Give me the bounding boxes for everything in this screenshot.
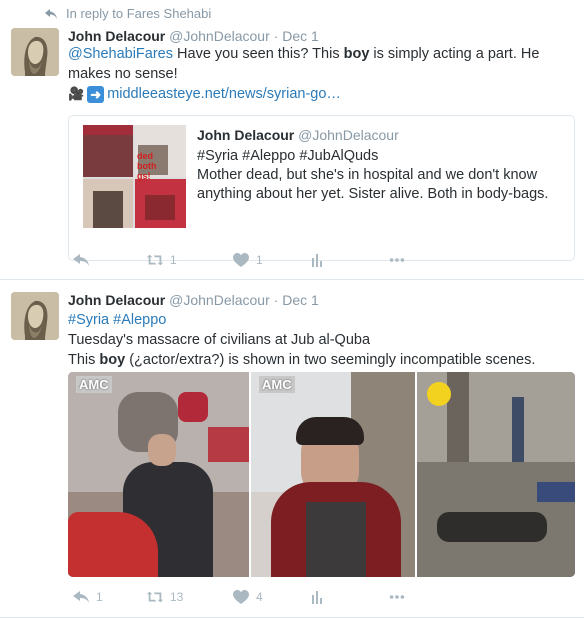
more-button[interactable] [388, 589, 406, 605]
amc-logo: AMC [259, 376, 295, 393]
heart-icon [233, 590, 249, 604]
reply-context[interactable]: In reply to Fares Shehabi [44, 6, 211, 21]
tweet-text: @ShehabiFares Have you seen this? This b… [68, 44, 568, 104]
text-part: Have you seen this? This [173, 46, 344, 62]
tweet-date[interactable]: Dec 1 [282, 28, 319, 44]
like-count: 1 [256, 253, 263, 267]
tweet-media[interactable]: AMC AMC [68, 372, 575, 577]
avatar[interactable] [11, 292, 59, 340]
author-handle[interactable]: @JohnDelacour [169, 292, 270, 308]
link-row: 🎥 ➜ middleeasteye.net/news/syrian-go… [68, 84, 568, 104]
tweet-actions: 1 13 4 [72, 589, 406, 605]
text-part: (¿actor/extra?) is shown in two seemingl… [125, 352, 536, 368]
retweet-count: 1 [170, 253, 177, 267]
tweet-actions: 1 1 [72, 252, 406, 268]
author-handle[interactable]: @JohnDelacour [169, 28, 270, 44]
retweet-button[interactable]: 13 [146, 589, 232, 605]
retweet-icon [146, 591, 164, 603]
quote-line: #Syria #Aleppo #JubAlQuds [197, 148, 379, 164]
more-icon [389, 258, 405, 262]
quote-text: #Syria #Aleppo #JubAlQuds Mother dead, b… [197, 147, 567, 204]
analytics-button[interactable] [308, 589, 388, 605]
analytics-icon [312, 254, 322, 267]
media-panel [415, 372, 575, 577]
tweet[interactable]: John Delacour @JohnDelacour · Dec 1 #Syr… [0, 281, 584, 618]
text-bold: boy [343, 46, 370, 62]
amc-logo: AMC [76, 376, 112, 393]
avatar[interactable] [11, 28, 59, 76]
tweet-header: John Delacour @JohnDelacour · Dec 1 [68, 28, 319, 44]
heart-icon [233, 253, 249, 267]
media-panel: AMC [249, 372, 415, 577]
analytics-button[interactable] [308, 252, 388, 268]
text-bold: boy [99, 352, 126, 368]
retweet-button[interactable]: 1 [146, 252, 232, 268]
hashtag-links[interactable]: #Syria #Aleppo [68, 310, 568, 330]
separator: · [273, 292, 279, 308]
arrow-icon: ➜ [87, 85, 105, 103]
like-button[interactable]: 4 [232, 589, 308, 605]
reply-button[interactable]: 1 [72, 589, 146, 605]
text-line: Tuesday's massacre of civilians at Jub a… [68, 332, 371, 348]
tweet-text: #Syria #Aleppo Tuesday's massacre of civ… [68, 310, 568, 370]
external-link[interactable]: middleeasteye.net/news/syrian-go… [107, 84, 341, 104]
reply-icon [45, 8, 57, 19]
mention-link[interactable]: @ShehabiFares [68, 46, 173, 62]
quote-thumbnail: ded both gs! [83, 125, 186, 228]
retweet-count: 13 [170, 590, 184, 604]
tweet-date[interactable]: Dec 1 [282, 292, 319, 308]
reply-context-text: In reply to Fares Shehabi [66, 6, 212, 21]
reply-icon [73, 591, 89, 603]
author-name[interactable]: John Delacour [68, 292, 165, 308]
quote-author-handle: @JohnDelacour [298, 127, 399, 143]
reply-button[interactable] [72, 252, 146, 268]
text-line: This boy (¿actor/extra?) is shown in two… [68, 350, 568, 370]
like-count: 4 [256, 590, 263, 604]
analytics-icon [312, 591, 322, 604]
quote-author-name: John Delacour [197, 127, 295, 143]
author-name[interactable]: John Delacour [68, 28, 165, 44]
quoted-tweet[interactable]: ded both gs! John Delacour @JohnDelacour #… [68, 115, 575, 261]
quote-line: Mother dead, but she's in hospital and w… [197, 167, 549, 202]
retweet-icon [146, 254, 164, 266]
media-panel: AMC [68, 372, 249, 577]
more-button[interactable] [388, 252, 406, 268]
more-icon [389, 595, 405, 599]
quote-header: John Delacour @JohnDelacour [197, 127, 399, 143]
camera-icon: 🎥 [68, 86, 85, 101]
text-part: This [68, 352, 100, 368]
reply-icon [73, 254, 89, 266]
like-button[interactable]: 1 [232, 252, 308, 268]
tweet-header: John Delacour @JohnDelacour · Dec 1 [68, 292, 319, 308]
reply-count: 1 [96, 590, 103, 604]
separator: · [273, 28, 279, 44]
tweet[interactable]: John Delacour @JohnDelacour · Dec 1 @She… [0, 22, 584, 280]
